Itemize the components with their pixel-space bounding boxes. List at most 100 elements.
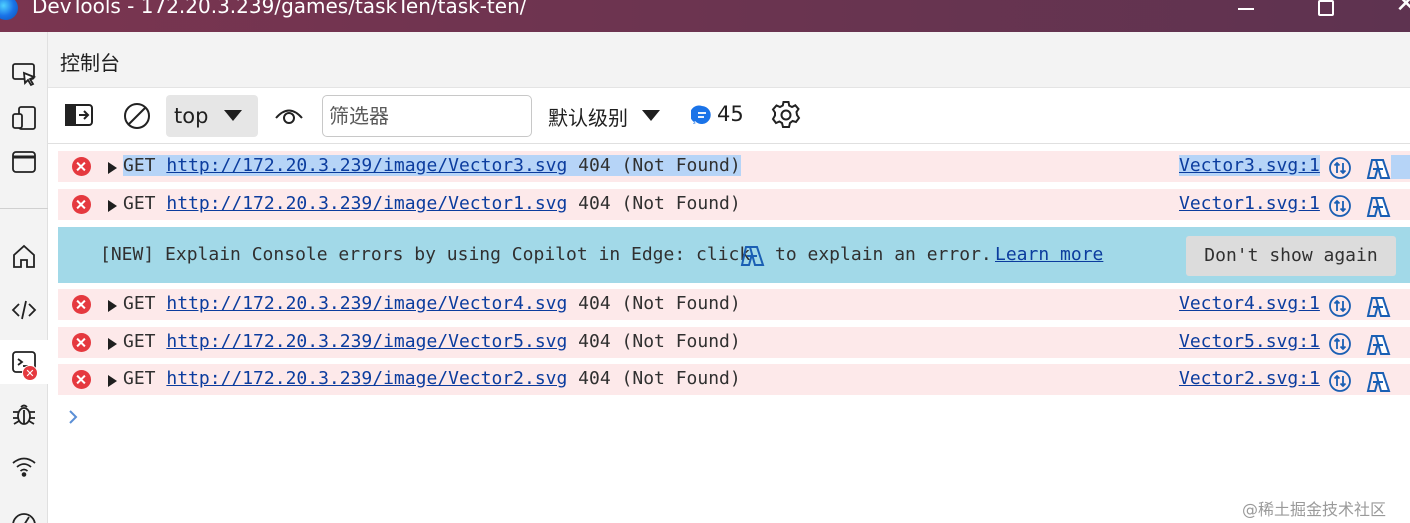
panel-header: 控制台	[48, 32, 1410, 88]
request-url-link[interactable]: http://172.20.3.239/image/Vector1.svg	[166, 193, 567, 214]
close-icon: ✕	[1395, 0, 1410, 19]
request-url-link[interactable]: http://172.20.3.239/image/Vector2.svg	[166, 368, 567, 389]
clear-console-button[interactable]	[121, 100, 153, 132]
expand-triangle-icon[interactable]	[108, 200, 117, 212]
code-icon	[11, 300, 37, 320]
edge-app-icon	[0, 0, 18, 20]
copilot-icon[interactable]	[1365, 333, 1391, 361]
live-expression-button[interactable]	[273, 103, 305, 129]
source-link[interactable]: Vector1.svg:1	[1179, 193, 1320, 214]
gear-icon	[771, 101, 801, 128]
window-title: DevTools - 172.20.3.239/games/taskTen/ta…	[32, 0, 527, 18]
copilot-inline-icon	[739, 244, 765, 272]
chevron-right-icon	[69, 410, 78, 424]
console-error-row[interactable]: GET http://172.20.3.239/image/Vector2.sv…	[58, 364, 1410, 395]
panel-title: 控制台	[60, 51, 120, 75]
error-message: GET http://172.20.3.239/image/Vector4.sv…	[123, 293, 741, 314]
drawer-toggle-button[interactable]	[0, 140, 48, 184]
request-url-link[interactable]: http://172.20.3.239/image/Vector5.svg	[166, 331, 567, 352]
device-emulation-button[interactable]	[0, 96, 48, 140]
elements-tool-button[interactable]	[0, 288, 48, 332]
network-request-icon[interactable]	[1328, 294, 1352, 322]
context-value: top	[174, 104, 209, 128]
device-icon	[12, 106, 36, 130]
banner-text: [NEW] Explain Console errors by using Co…	[100, 244, 751, 265]
copilot-icon[interactable]	[1365, 195, 1391, 223]
maximize-icon	[1318, 0, 1334, 16]
wifi-icon	[12, 457, 36, 477]
sources-tool-button[interactable]	[0, 392, 48, 436]
status-text: 404 (Not Found)	[578, 193, 741, 214]
maximize-button[interactable]	[1296, 0, 1356, 24]
welcome-tool-button[interactable]	[0, 234, 48, 278]
copilot-icon[interactable]	[1365, 370, 1391, 398]
bug-icon	[13, 404, 35, 425]
watermark: @稀土掘金技术社区	[1242, 500, 1387, 519]
log-levels-dropdown[interactable]: 默认级别	[548, 102, 628, 131]
home-icon	[13, 244, 35, 268]
error-message: GET http://172.20.3.239/image/Vector1.sv…	[123, 193, 741, 214]
toggle-sidebar-button[interactable]	[64, 102, 94, 128]
console-prompt[interactable]	[66, 407, 80, 431]
performance-tool-button[interactable]	[0, 494, 48, 523]
expand-triangle-icon[interactable]	[108, 162, 117, 174]
source-link[interactable]: Vector3.svg:1	[1179, 155, 1320, 176]
source-link[interactable]: Vector2.svg:1	[1179, 368, 1320, 389]
copilot-banner: [NEW] Explain Console errors by using Co…	[58, 227, 1410, 283]
message-count-icon	[689, 104, 713, 130]
console-toolbar: top 默认级别 45	[48, 88, 1410, 144]
console-error-row[interactable]: GET http://172.20.3.239/image/Vector5.sv…	[58, 327, 1410, 358]
network-tool-button[interactable]	[0, 444, 48, 488]
message-count[interactable]: 45	[717, 102, 744, 126]
expand-triangle-icon[interactable]	[108, 300, 117, 312]
request-method: GET	[123, 155, 156, 176]
console-tool-button[interactable]: ✕	[0, 340, 48, 384]
copilot-icon[interactable]	[1365, 295, 1391, 323]
levels-chevron-down-icon	[642, 110, 660, 121]
source-link[interactable]: Vector4.svg:1	[1179, 293, 1320, 314]
error-icon	[72, 370, 91, 389]
close-button[interactable]: ✕	[1376, 0, 1410, 24]
network-request-icon[interactable]	[1328, 194, 1352, 222]
request-method: GET	[123, 293, 156, 314]
console-error-row[interactable]: GET http://172.20.3.239/image/Vector4.sv…	[58, 289, 1410, 320]
console-settings-button[interactable]	[770, 99, 802, 135]
status-text: 404 (Not Found)	[578, 293, 741, 314]
banner-text-after: to explain an error.	[775, 244, 992, 265]
status-text: 404 (Not Found)	[578, 331, 741, 352]
status-text: 404 (Not Found)	[578, 368, 741, 389]
expand-triangle-icon[interactable]	[108, 375, 117, 387]
chevron-down-icon	[224, 110, 242, 121]
copilot-icon[interactable]	[1365, 157, 1391, 185]
window-titlebar: DevTools - 172.20.3.239/games/taskTen/ta…	[0, 0, 1410, 32]
network-request-icon[interactable]	[1328, 332, 1352, 360]
inspect-element-button[interactable]	[0, 52, 48, 96]
network-request-icon[interactable]	[1328, 156, 1352, 184]
status-text: 404 (Not Found)	[578, 155, 741, 176]
error-icon	[72, 333, 91, 352]
minimize-button[interactable]	[1216, 0, 1276, 24]
selection-highlight	[1391, 155, 1410, 179]
dont-show-again-button[interactable]: Don't show again	[1186, 236, 1396, 276]
console-output[interactable]: GET http://172.20.3.239/image/Vector3.sv…	[48, 145, 1410, 523]
activity-separator	[0, 208, 48, 209]
filter-input[interactable]	[322, 95, 532, 137]
console-error-row[interactable]: GET http://172.20.3.239/image/Vector3.sv…	[58, 151, 1410, 182]
console-error-badge-icon: ✕	[22, 365, 38, 381]
window-icon	[12, 151, 36, 173]
error-icon	[72, 195, 91, 214]
activity-bar: ✕	[0, 32, 48, 523]
request-method: GET	[123, 331, 156, 352]
expand-triangle-icon[interactable]	[108, 338, 117, 350]
request-url-link[interactable]: http://172.20.3.239/image/Vector4.svg	[166, 293, 567, 314]
inspect-icon	[12, 63, 37, 87]
network-request-icon[interactable]	[1328, 369, 1352, 397]
source-link[interactable]: Vector5.svg:1	[1179, 331, 1320, 352]
request-url-link[interactable]: http://172.20.3.239/image/Vector3.svg	[166, 155, 567, 176]
learn-more-link[interactable]: Learn more	[995, 244, 1103, 265]
error-message: GET http://172.20.3.239/image/Vector5.sv…	[123, 331, 741, 352]
context-selector[interactable]: top	[166, 95, 258, 137]
error-message: GET http://172.20.3.239/image/Vector2.sv…	[123, 368, 741, 389]
console-error-row[interactable]: GET http://172.20.3.239/image/Vector1.sv…	[58, 189, 1410, 220]
request-method: GET	[123, 368, 156, 389]
